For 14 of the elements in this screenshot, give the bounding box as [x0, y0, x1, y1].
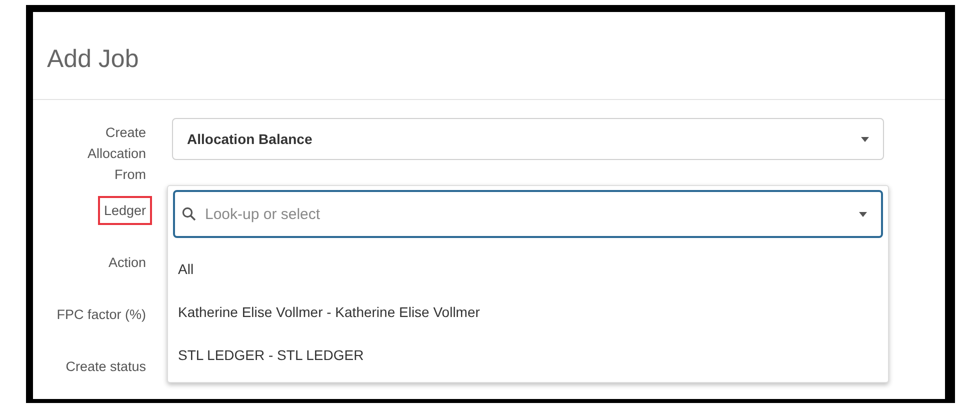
dropdown-option[interactable]: STL LEDGER - STL LEDGER	[173, 333, 883, 376]
field-label: Ledger	[98, 196, 152, 225]
caret-icon[interactable]	[859, 212, 867, 217]
field-label: Action	[107, 254, 147, 272]
field-label: FPC factor (%)	[56, 306, 147, 324]
select-field[interactable]: Allocation Balance	[172, 118, 884, 160]
caret-icon[interactable]	[861, 136, 869, 142]
dropdown-option[interactable]: Katherine Elise Vollmer - Katherine Elise Vollmer	[173, 290, 883, 333]
dropdown-option[interactable]: All	[173, 247, 883, 290]
search-icon	[182, 207, 196, 221]
lookup-field[interactable]: Look-up or select	[173, 190, 883, 238]
field-label: Create Allocation From	[86, 124, 147, 184]
field-label: Create status	[64, 358, 147, 376]
dialog-title: Add Job	[47, 45, 139, 74]
